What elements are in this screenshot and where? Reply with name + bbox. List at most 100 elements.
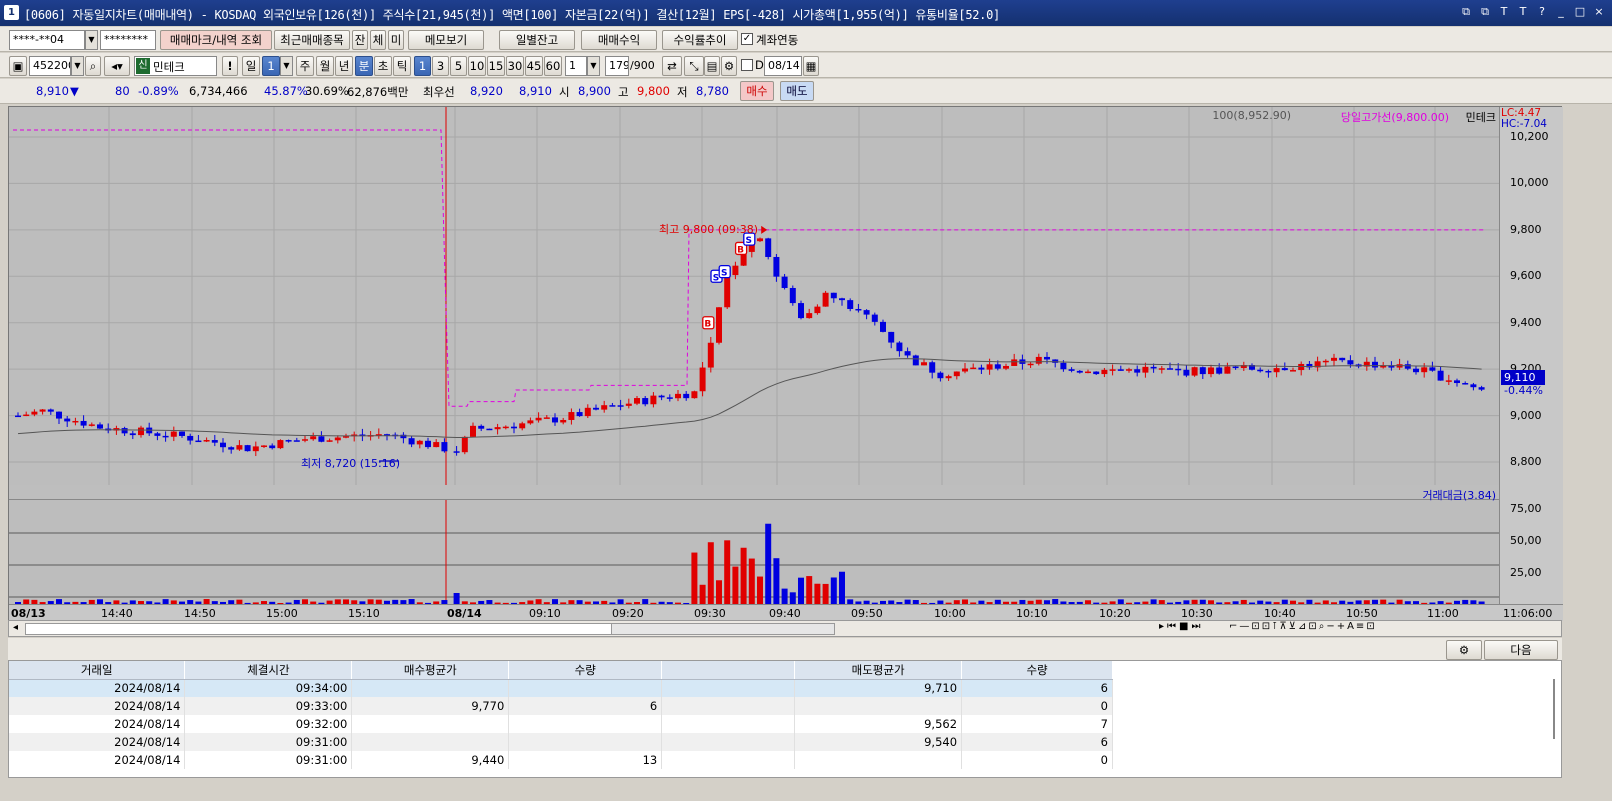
buy-button[interactable]: 매수 [740, 81, 774, 101]
period-tick-button[interactable]: 틱 [393, 56, 411, 76]
col-fill-time[interactable]: 체결시간 [184, 661, 353, 680]
balance-button[interactable]: 잔 [352, 30, 368, 50]
search-icon[interactable]: ⌕ [85, 56, 101, 76]
period-day-button[interactable]: 일 [242, 56, 260, 76]
chart-scrollbar[interactable] [25, 623, 835, 635]
sell-button[interactable]: 매도 [780, 81, 814, 101]
candle-body [781, 276, 788, 288]
minute-30-button[interactable]: 30 [506, 56, 524, 76]
trade-profit-button[interactable]: 매매수익 [581, 30, 657, 50]
pin-icon[interactable]: T [1497, 4, 1511, 19]
table-row[interactable]: 2024/08/14 09:34:00 9,710 6 [9, 679, 1113, 697]
unit-dropdown-icon[interactable]: ▼ [587, 56, 600, 76]
grid-scrollbar[interactable] [1553, 679, 1555, 739]
price-pane[interactable]: BBSSS 100(8,952.90) 당일고가선(9,800.00) 민테크 … [9, 107, 1499, 485]
recent-trades-button[interactable]: 최근매매종목 [274, 30, 350, 50]
return-trend-button[interactable]: 수익률추이 [662, 30, 738, 50]
period-second-button[interactable]: 초 [374, 56, 392, 76]
speaker-icon[interactable]: ◂▾ [104, 56, 130, 76]
draw-icon[interactable]: ⤡ [684, 56, 704, 76]
help-icon[interactable]: ? [1535, 4, 1549, 19]
unit-input[interactable]: 1 [565, 56, 587, 76]
table-cell: 13 [508, 751, 663, 769]
table-cell: 7 [961, 715, 1113, 733]
volume-bar [830, 577, 837, 605]
price-chart[interactable]: BBS SS [9, 107, 1499, 485]
stock-name-box[interactable]: 신 민테크 [134, 56, 217, 76]
layout-icon[interactable]: ⧉ [1459, 4, 1473, 19]
period-minute-button[interactable]: 분 [355, 56, 373, 76]
scroll-thumb[interactable] [611, 624, 834, 634]
minute-10-button[interactable]: 10 [468, 56, 486, 76]
layout-icon[interactable]: ▣ [9, 56, 27, 76]
col-sell-qty[interactable]: 수량 [961, 661, 1113, 680]
password-field[interactable]: ******** [100, 30, 156, 50]
minute-1-button[interactable]: 1 [414, 56, 431, 76]
code-dropdown-icon[interactable]: ▼ [71, 56, 84, 76]
chart-panel[interactable]: BBSSS 100(8,952.90) 당일고가선(9,800.00) 민테크 … [8, 106, 1563, 621]
table-row[interactable]: 2024/08/14 09:31:00 9,440 13 0 [9, 751, 1113, 769]
minute-15-button[interactable]: 15 [487, 56, 505, 76]
count-input[interactable]: 179 [605, 56, 629, 76]
stock-code-input[interactable]: 452200 [29, 56, 71, 76]
minute-45-button[interactable]: 45 [525, 56, 543, 76]
candle-body [994, 364, 1001, 369]
period-dropdown-icon[interactable]: ▼ [280, 56, 293, 76]
minute-60-button[interactable]: 60 [544, 56, 562, 76]
volume-chart[interactable] [9, 500, 1499, 605]
date-checkbox[interactable] [741, 59, 753, 71]
account-link-checkbox[interactable]: ✓ [741, 33, 753, 45]
sell-mark-label: S [713, 273, 719, 283]
calendar-icon[interactable]: ▦ [803, 56, 819, 76]
period-month-button[interactable]: 월 [316, 56, 334, 76]
filled-button[interactable]: 체 [370, 30, 386, 50]
period-value-button[interactable]: 1 [262, 56, 280, 76]
volume-pane[interactable]: 거래대금(3.84) [9, 489, 1499, 605]
col-buy-qty[interactable]: 수량 [508, 661, 663, 680]
candle-body [1003, 365, 1009, 369]
date-label: D [755, 58, 764, 72]
save-icon[interactable]: ▤ [704, 56, 720, 76]
minute-5-button[interactable]: 5 [450, 56, 467, 76]
period-year-button[interactable]: 년 [335, 56, 353, 76]
trade-mark-query-button[interactable]: 매매마크/내역 조회 [160, 30, 272, 50]
scroll-left-icon[interactable]: ◂ [13, 622, 18, 633]
candle-body [47, 409, 54, 412]
x-tick-label: 09:30 [694, 607, 726, 620]
daily-balance-button[interactable]: 일별잔고 [499, 30, 575, 50]
grid-settings-icon[interactable]: ⚙ [1446, 640, 1482, 660]
memo-button[interactable]: 메모보기 [408, 30, 484, 50]
maximize-icon[interactable]: □ [1573, 4, 1587, 19]
alert-button[interactable]: ! [222, 56, 238, 76]
table-row[interactable]: 2024/08/14 09:33:00 9,770 6 0 [9, 697, 1113, 715]
account-dropdown-icon[interactable]: ▼ [85, 30, 98, 50]
table-row[interactable]: 2024/08/14 09:31:00 9,540 6 [9, 733, 1113, 751]
candle-body [839, 298, 845, 301]
drawing-tools[interactable]: ⌐—⊡⊡⊺⊼⊻⊿⊡⌕−+A≡⊡ [1229, 621, 1377, 632]
table-row[interactable]: 2024/08/14 09:32:00 9,562 7 [9, 715, 1113, 733]
candle-body [31, 411, 38, 415]
settings-icon[interactable]: ⚙ [721, 56, 737, 76]
account-field[interactable]: ****-**04 [9, 30, 85, 50]
minimize-icon[interactable]: _ [1554, 4, 1568, 19]
unfilled-button[interactable]: 미 [388, 30, 404, 50]
col-sell-avg[interactable]: 매도평균가 [794, 661, 963, 680]
period-week-button[interactable]: 주 [296, 56, 314, 76]
candle-body [912, 355, 919, 366]
x-tick-label: 08/13 [11, 607, 46, 620]
date-input[interactable]: 08/14 [764, 56, 802, 76]
copy-icon[interactable]: ⧉ [1478, 4, 1492, 19]
playback-controls[interactable]: ▸⏮■⏭ [1159, 621, 1203, 632]
font-icon[interactable]: T [1516, 4, 1530, 19]
next-button[interactable]: 다음 [1484, 640, 1558, 660]
col-buy-avg[interactable]: 매수평균가 [351, 661, 510, 680]
compare-icon[interactable]: ⇄ [662, 56, 682, 76]
candle-body [1331, 357, 1337, 361]
col-trade-date[interactable]: 거래일 [9, 661, 186, 680]
close-icon[interactable]: × [1592, 4, 1606, 19]
candle-body [1191, 367, 1198, 376]
minute-3-button[interactable]: 3 [432, 56, 449, 76]
window-icon[interactable]: 1 [4, 5, 19, 20]
candle-body [625, 403, 632, 406]
stock-legend: 민테크 [1465, 111, 1496, 124]
